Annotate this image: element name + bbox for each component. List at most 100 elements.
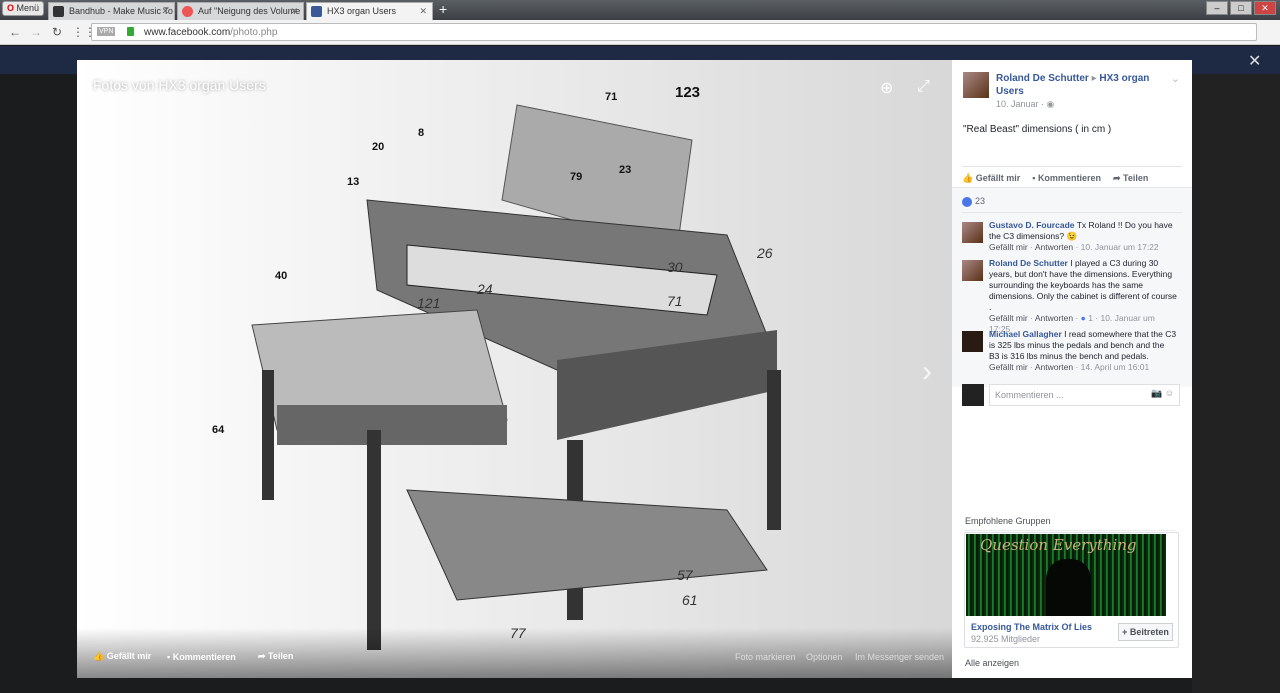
address-bar[interactable]: VPN www.facebook.com/photo.php (91, 23, 1257, 41)
facebook-favicon-icon (311, 6, 322, 17)
dimension-label: 8 (418, 127, 424, 139)
like-count[interactable]: 23 (962, 196, 985, 207)
comment-time[interactable]: 10. Januar um 17:22 (1081, 242, 1159, 252)
comment-like-count[interactable]: 1 (1088, 313, 1093, 323)
dimension-label: 64 (212, 424, 225, 436)
post-options-chevron-icon[interactable]: ⌄ (1171, 72, 1180, 85)
vpn-badge[interactable]: VPN (97, 27, 116, 36)
post-author-link[interactable]: Roland De Schutter (996, 73, 1089, 84)
previous-photo-icon[interactable]: ‹ (91, 355, 101, 389)
comment-item: Gustavo D. Fourcade Tx Roland !! Do you … (962, 220, 1177, 253)
photo-like-button[interactable]: 👍 Gefällt mir (93, 651, 151, 662)
comment-item: Michael Gallagher I read somewhere that … (962, 329, 1177, 373)
comment-like-link[interactable]: Gefällt mir (989, 242, 1028, 252)
dimension-label: 23 (619, 164, 631, 176)
recommended-groups-heading: Empfohlene Gruppen (965, 516, 1175, 531)
commenter-avatar[interactable] (962, 222, 983, 243)
bandhub-favicon-icon (53, 6, 64, 17)
dimension-label: 71 (605, 91, 617, 103)
dimension-label: 13 (347, 176, 359, 188)
comment-button[interactable]: ▪ Kommentieren (1032, 173, 1101, 188)
dimension-label: 71 (667, 293, 683, 309)
lock-icon (127, 27, 134, 36)
dimension-label: 79 (570, 171, 582, 183)
dimension-label: 30 (667, 259, 683, 275)
comment-like-link[interactable]: Gefällt mir (989, 313, 1028, 323)
close-window-button[interactable]: ✕ (1254, 1, 1276, 15)
tag-photo-button[interactable]: Foto markieren (735, 652, 796, 662)
back-icon[interactable]: ← (9, 25, 21, 39)
url-domain: www.facebook.com (144, 27, 231, 38)
photo-sidebar: Roland De Schutter ▸ HX3 organ Users ⌄ 1… (952, 60, 1192, 678)
reload-icon[interactable]: ↻ (52, 25, 62, 39)
comment-author[interactable]: Michael Gallagher (989, 329, 1062, 339)
share-label: Teilen (268, 651, 294, 661)
close-photo-icon[interactable]: ✕ (1248, 51, 1261, 71)
comment-like-link[interactable]: Gefällt mir (989, 362, 1028, 372)
minimize-button[interactable]: – (1206, 1, 1228, 15)
fullscreen-icon[interactable]: ⤢ (917, 78, 930, 96)
zoom-in-icon[interactable]: ⊕ (880, 78, 893, 98)
share-button[interactable]: ➦ Teilen (1113, 173, 1148, 188)
comment-reply-link[interactable]: Antworten (1035, 242, 1073, 252)
comment-reply-link[interactable]: Antworten (1035, 313, 1073, 323)
next-photo-icon[interactable]: › (922, 355, 932, 389)
commenter-avatar[interactable] (962, 260, 983, 281)
arrow-icon: ▸ (1091, 73, 1097, 84)
dimension-label: 40 (275, 270, 287, 282)
like-reaction-icon: ● (1080, 313, 1086, 323)
author-avatar[interactable] (963, 72, 989, 98)
like-label: Gefällt mir (106, 651, 152, 661)
camera-emoji-icons[interactable]: 📷 ☺ (1151, 388, 1174, 399)
photo-share-button[interactable]: ➦ Teilen (258, 651, 293, 662)
commenter-avatar[interactable] (962, 331, 983, 352)
group-member-count: 92.925 Mitglieder (971, 634, 1041, 644)
send-in-messenger-button[interactable]: Im Messenger senden (855, 652, 944, 662)
tab-neigung[interactable]: Auf "Neigung des Volume ✕ (177, 2, 304, 20)
comment-label: Kommentieren (1037, 173, 1101, 183)
menu-label: Menü (16, 3, 40, 13)
dimension-label: 123 (675, 84, 700, 101)
close-tab-icon[interactable]: ✕ (419, 3, 427, 20)
comments-section: 23 Gustavo D. Fourcade Tx Roland !! Do y… (952, 187, 1192, 406)
dimension-label: 26 (756, 245, 773, 261)
comment-placeholder: Kommentieren ... (995, 390, 1064, 400)
show-all-link[interactable]: Alle anzeigen (965, 658, 1019, 668)
dimension-label: 61 (682, 592, 698, 608)
options-button[interactable]: Optionen (806, 652, 843, 662)
maximize-button[interactable]: □ (1230, 1, 1252, 15)
comment-time[interactable]: 14. April um 16:01 (1081, 362, 1150, 372)
photo-comment-button[interactable]: ▪ Kommentieren (167, 652, 236, 662)
dimmed-page-background (1192, 74, 1280, 693)
close-tab-icon[interactable]: ✕ (161, 3, 169, 20)
comment-input[interactable]: Kommentieren ... 📷 ☺ (989, 384, 1180, 406)
recommended-group-card: Question Everything Exposing The Matrix … (964, 532, 1179, 648)
comment-author[interactable]: Roland De Schutter (989, 258, 1068, 268)
forward-icon[interactable]: → (30, 25, 42, 39)
like-count-value: 23 (975, 196, 986, 206)
comment-reply-link[interactable]: Antworten (1035, 362, 1073, 372)
new-tab-button[interactable]: + (439, 1, 447, 17)
post-date[interactable]: 10. Januar (996, 99, 1039, 109)
group-cover-image[interactable]: Question Everything (966, 534, 1166, 616)
like-button[interactable]: 👍 Gefällt mir (962, 173, 1020, 188)
cover-image-text: Question Everything (980, 536, 1137, 554)
tab-bandhub[interactable]: Bandhub - Make Music To ✕ (48, 2, 175, 20)
url-path: /photo.php (230, 27, 278, 38)
comment-label: Kommentieren (172, 652, 236, 662)
site-favicon-icon (182, 6, 193, 17)
group-name-link[interactable]: Exposing The Matrix Of Lies (971, 622, 1092, 632)
join-group-button[interactable]: + Beitreten (1118, 623, 1173, 641)
comment-item: Roland De Schutter I played a C3 during … (962, 258, 1177, 335)
photo-viewer: 71 123 8 20 13 79 23 40 64 26 30 71 121 … (77, 60, 952, 678)
browser-nav-bar: ← → ↻ ⋮⋮ VPN www.facebook.com/photo.php (0, 20, 1280, 45)
close-tab-icon[interactable]: ✕ (290, 3, 298, 20)
tab-hx3-organ-users[interactable]: HX3 organ Users ✕ (306, 2, 433, 20)
dimension-label: 57 (677, 567, 694, 583)
opera-menu-button[interactable]: O Menü (2, 1, 44, 16)
like-reaction-icon (962, 196, 972, 207)
comment-author[interactable]: Gustavo D. Fourcade (989, 220, 1075, 230)
tab-title: Bandhub - Make Music To (69, 6, 173, 16)
globe-icon: ◉ (1046, 99, 1055, 109)
dimension-label: 24 (476, 281, 493, 297)
